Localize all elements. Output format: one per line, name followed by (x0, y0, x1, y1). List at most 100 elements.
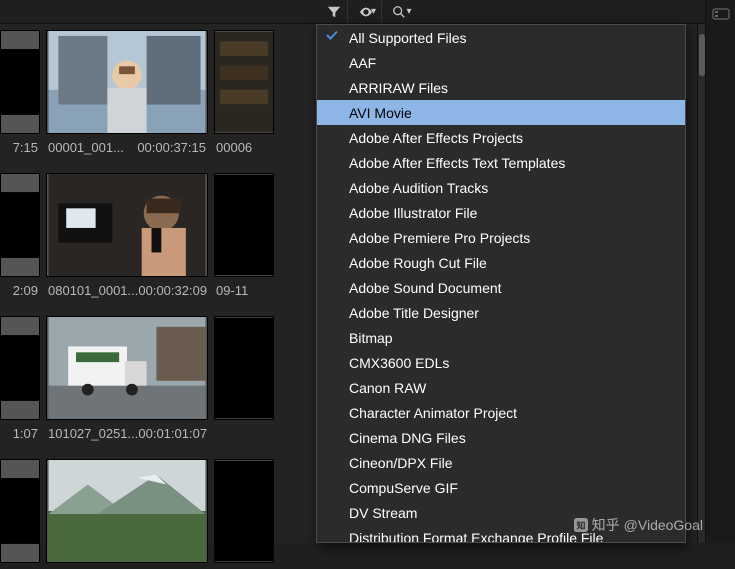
filter-option[interactable]: Adobe Audition Tracks (317, 175, 685, 200)
filter-option[interactable]: Adobe Premiere Pro Projects (317, 225, 685, 250)
filter-option[interactable]: Canon RAW (317, 375, 685, 400)
filter-option-label: Bitmap (349, 330, 393, 346)
filter-option-label: AVI Movie (349, 105, 412, 121)
clip-labels: 2:09 (0, 277, 40, 298)
clip-name: 101027_0251... (48, 426, 138, 441)
filter-option-label: Cinema DNG Files (349, 430, 466, 446)
clip-labels (214, 563, 274, 569)
clip-thumbnail[interactable] (214, 30, 274, 134)
clip-cell[interactable] (0, 459, 40, 569)
clip-duration: 00:01:01:07 (138, 426, 207, 441)
filter-option[interactable]: Adobe Illustrator File (317, 200, 685, 225)
clip-labels (46, 563, 208, 569)
filter-option-label: Adobe Sound Document (349, 280, 502, 296)
clip-cell[interactable]: 00001_001... 00:00:37:15 (46, 30, 208, 155)
filter-option[interactable]: Cineon/DPX File (317, 450, 685, 475)
side-panel (705, 0, 735, 543)
clip-cell[interactable] (214, 459, 274, 569)
clip-duration: 00:00:32:09 (138, 283, 207, 298)
filter-option-label: Cineon/DPX File (349, 455, 453, 471)
filter-option[interactable]: ARRIRAW Files (317, 75, 685, 100)
filter-option-label: Distribution Format Exchange Profile Fil… (349, 530, 603, 544)
filter-option-label: Adobe Audition Tracks (349, 180, 488, 196)
filter-option[interactable]: Character Animator Project (317, 400, 685, 425)
clip-cell[interactable]: 101027_0251...00:01:01:07 (46, 316, 208, 441)
clip-thumbnail[interactable] (46, 459, 208, 563)
clip-labels: 1:07 (0, 420, 40, 441)
filter-option-label: AAF (349, 55, 376, 71)
clip-cell[interactable]: 2:09 (0, 173, 40, 298)
check-icon (325, 28, 341, 44)
clip-thumbnail[interactable] (214, 316, 274, 420)
clip-labels: 00001_001... 00:00:37:15 (46, 134, 208, 155)
clip-duration: 7:15 (13, 140, 38, 155)
filter-option-label: Adobe Title Designer (349, 305, 479, 321)
filter-option[interactable]: CompuServe GIF (317, 475, 685, 500)
clip-thumbnail[interactable] (214, 173, 274, 277)
search-icon (392, 5, 406, 19)
clip-icon (711, 4, 731, 24)
clip-button[interactable] (711, 4, 731, 24)
search-button[interactable]: ▾ (388, 1, 416, 23)
clip-labels: 7:15 (0, 134, 40, 155)
clip-thumbnail[interactable] (0, 316, 40, 420)
vertical-scrollbar[interactable] (697, 24, 705, 543)
clip-cell[interactable] (46, 459, 208, 569)
watermark-user: @VideoGoal (624, 517, 703, 533)
filter-option-label: Canon RAW (349, 380, 426, 396)
filter-option-label: CompuServe GIF (349, 480, 458, 496)
filter-option-label: Adobe Illustrator File (349, 205, 477, 221)
funnel-icon (327, 5, 341, 19)
clip-name: 00001_001... (48, 140, 124, 155)
filter-option-label: ARRIRAW Files (349, 80, 448, 96)
clip-thumbnail[interactable] (0, 173, 40, 277)
clip-name: 080101_0001... (48, 283, 138, 298)
clip-thumbnail[interactable] (46, 30, 208, 134)
clip-cell[interactable]: 7:15 (0, 30, 40, 155)
clip-thumbnail[interactable] (46, 316, 208, 420)
filter-option-label: Character Animator Project (349, 405, 517, 421)
filter-option-label: DV Stream (349, 505, 417, 521)
filter-option[interactable]: Cinema DNG Files (317, 425, 685, 450)
filter-option-label: Adobe After Effects Text Templates (349, 155, 565, 171)
clip-duration: 00:00:37:15 (137, 140, 206, 155)
filter-option[interactable]: Adobe Title Designer (317, 300, 685, 325)
watermark: 知 知乎 @VideoGoal (574, 515, 703, 535)
clip-labels (214, 420, 274, 426)
watermark-brand: 知乎 (592, 515, 620, 535)
filter-option-label: All Supported Files (349, 30, 467, 46)
visibility-button[interactable]: ▾ (354, 1, 382, 23)
zhihu-icon: 知 (574, 518, 588, 532)
clip-cell[interactable] (214, 316, 274, 441)
filter-option[interactable]: Adobe After Effects Projects (317, 125, 685, 150)
clip-thumbnail[interactable] (214, 459, 274, 563)
clip-name: 09-11 (216, 283, 248, 298)
filter-option[interactable]: Adobe Rough Cut File (317, 250, 685, 275)
filter-option[interactable]: Adobe After Effects Text Templates (317, 150, 685, 175)
filter-option-label: CMX3600 EDLs (349, 355, 449, 371)
filter-option[interactable]: CMX3600 EDLs (317, 350, 685, 375)
clip-thumbnail[interactable] (46, 173, 208, 277)
filter-option[interactable]: AAF (317, 50, 685, 75)
clip-thumbnail[interactable] (0, 30, 40, 134)
clip-cell[interactable]: 080101_0001...00:00:32:09 (46, 173, 208, 298)
svg-text:知: 知 (576, 520, 585, 531)
clip-thumbnail[interactable] (0, 459, 40, 563)
clip-labels: 080101_0001...00:00:32:09 (46, 277, 208, 298)
toolbar: ▾ ▾ (0, 0, 735, 24)
clip-labels: 101027_0251...00:01:01:07 (46, 420, 208, 441)
filter-option[interactable]: Adobe Sound Document (317, 275, 685, 300)
clip-labels: 09-11 (214, 277, 274, 298)
clip-labels (0, 563, 40, 569)
clip-duration: 1:07 (13, 426, 38, 441)
filter-option[interactable]: Bitmap (317, 325, 685, 350)
filter-option[interactable]: AVI Movie (317, 100, 685, 125)
filter-option[interactable]: All Supported Files (317, 25, 685, 50)
filter-option-label: Adobe After Effects Projects (349, 130, 523, 146)
filter-button[interactable] (320, 1, 348, 23)
clip-name: 00006 (216, 140, 252, 155)
clip-cell[interactable]: 1:07 (0, 316, 40, 441)
clip-cell[interactable]: 00006 (214, 30, 274, 155)
clip-cell[interactable]: 09-11 (214, 173, 274, 298)
file-type-filter-dropdown[interactable]: All Supported Files AAF ARRIRAW Files AVI M… (316, 24, 686, 543)
